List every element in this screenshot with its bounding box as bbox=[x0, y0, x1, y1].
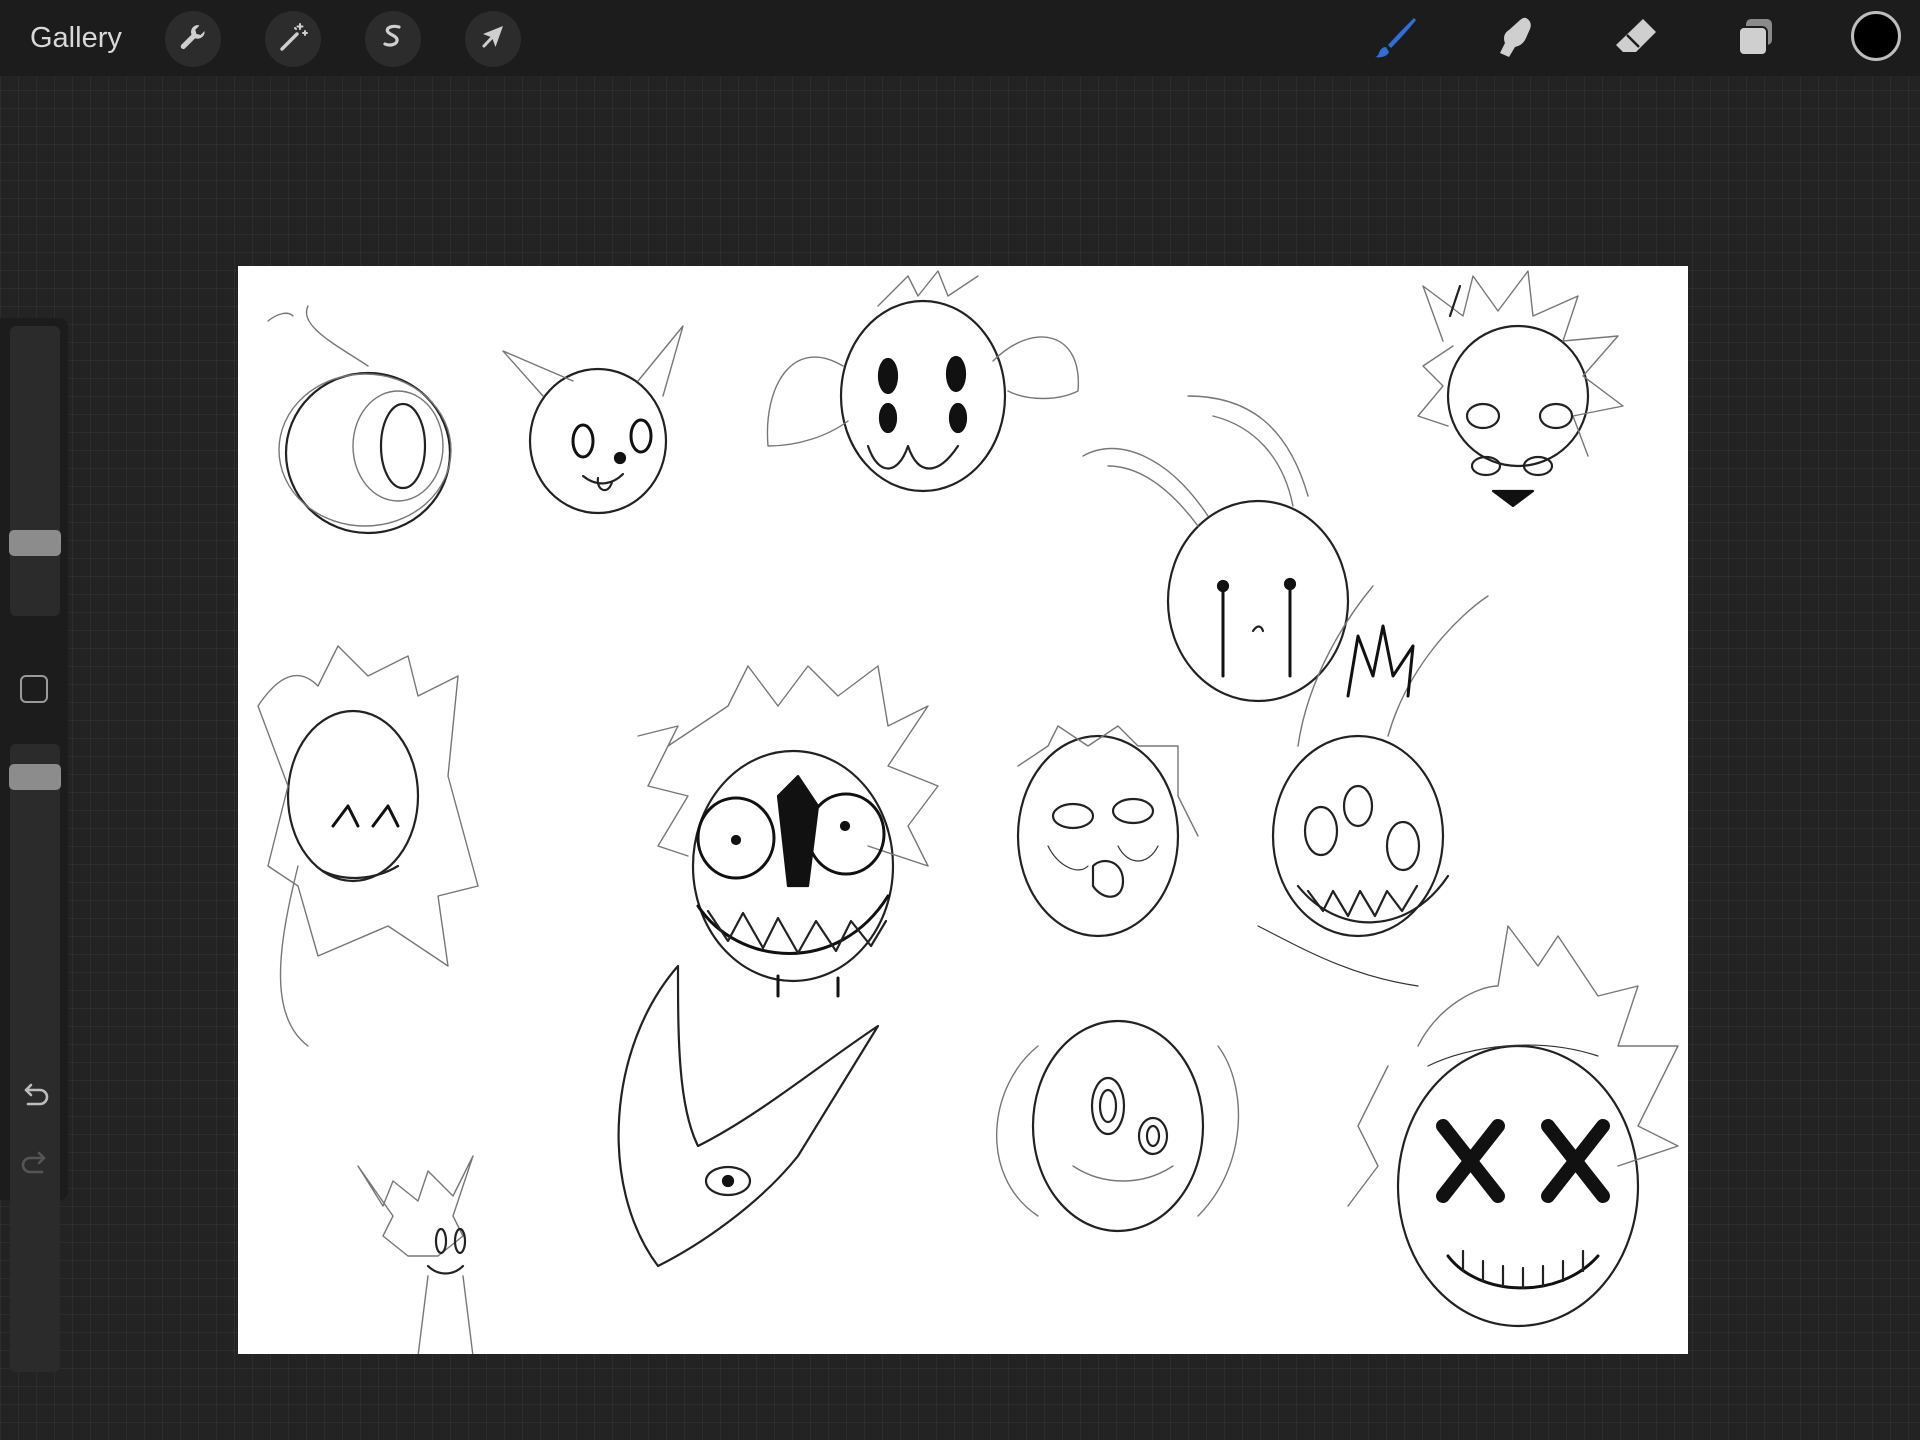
arrow-cursor-icon bbox=[476, 20, 510, 58]
smudge-tool-button[interactable] bbox=[1490, 14, 1542, 66]
sketch-face-crescent bbox=[617, 964, 880, 1268]
left-sidebar bbox=[0, 318, 68, 1372]
transform-button[interactable] bbox=[465, 11, 521, 67]
redo-button[interactable] bbox=[18, 1148, 52, 1182]
undo-button[interactable] bbox=[18, 1080, 52, 1114]
opacity-slider[interactable] bbox=[10, 744, 60, 1372]
selection-button[interactable] bbox=[365, 11, 421, 67]
sketch-face-eye-circle bbox=[267, 305, 452, 535]
wrench-icon bbox=[176, 20, 210, 58]
sketch-face-four-eyes bbox=[766, 270, 1079, 493]
selection-s-icon bbox=[376, 20, 410, 58]
eraser-tool-button[interactable] bbox=[1610, 14, 1662, 66]
drawing-canvas[interactable] bbox=[238, 266, 1688, 1354]
layers-icon bbox=[1732, 14, 1780, 66]
sketch-face-spiky-top-right bbox=[1417, 270, 1624, 508]
sketch-face-horned-blob bbox=[1082, 395, 1350, 703]
layers-tool-button[interactable] bbox=[1730, 14, 1782, 66]
brush-size-slider[interactable] bbox=[10, 326, 60, 616]
magic-wand-icon bbox=[276, 20, 310, 58]
sketch-face-crying bbox=[1016, 725, 1199, 938]
redo-arrow-icon bbox=[18, 1151, 52, 1186]
sketch-drawing bbox=[257, 270, 1679, 1354]
actions-button[interactable] bbox=[165, 11, 221, 67]
eraser-icon bbox=[1612, 14, 1660, 66]
top-toolbar: Gallery bbox=[0, 0, 1920, 76]
square-modify-icon[interactable] bbox=[20, 675, 48, 703]
undo-arrow-icon bbox=[18, 1083, 52, 1118]
sketch-face-spiral-eyes bbox=[996, 1019, 1240, 1233]
sketch-small-creature bbox=[357, 1155, 474, 1354]
smudge-finger-icon bbox=[1492, 14, 1540, 66]
sketch-face-x-eyes bbox=[1347, 925, 1679, 1328]
opacity-slider-thumb[interactable] bbox=[9, 764, 61, 790]
brush-tool-button[interactable] bbox=[1370, 14, 1422, 66]
color-picker-button[interactable] bbox=[1851, 11, 1901, 61]
sketch-face-cat bbox=[502, 325, 684, 515]
sketch-face-central-grin bbox=[637, 665, 939, 998]
gallery-button[interactable]: Gallery bbox=[30, 18, 122, 58]
brush-size-slider-thumb[interactable] bbox=[9, 530, 61, 556]
sketch-face-hooded bbox=[257, 645, 479, 1047]
brush-icon bbox=[1372, 14, 1420, 66]
sketch-face-horned-grin bbox=[1257, 585, 1489, 987]
adjustments-button[interactable] bbox=[265, 11, 321, 67]
